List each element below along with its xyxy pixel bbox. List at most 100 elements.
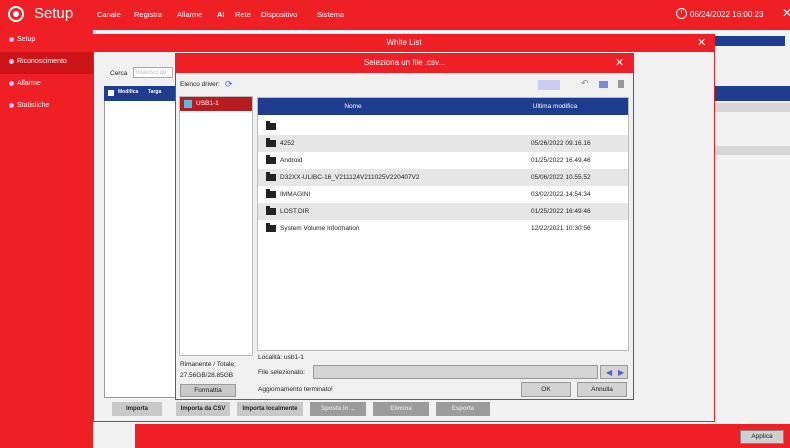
nav-canale[interactable]: Canale [97,10,121,19]
column-header: Modifica [118,89,139,95]
back-icon[interactable]: ↶ [581,78,589,89]
sidebar: Setup Riconoscimento Allarme Statistiche [0,30,93,448]
list-view-icon[interactable] [538,80,560,90]
sidebar-item-allarme[interactable]: Allarme [0,74,93,96]
file-dialog-titlebar: Seleziona un file .csv... ✕ [175,53,634,73]
delete-icon[interactable] [618,80,624,88]
sidebar-item-statistiche[interactable]: Statistiche [0,96,93,118]
close-icon[interactable]: ✕ [615,56,624,69]
delete-button[interactable]: Elimina [373,402,429,416]
sidebar-item-label: Setup [17,36,36,43]
export-button[interactable]: Esporta [436,402,490,416]
sidebar-item-riconoscimento[interactable]: Riconoscimento [0,52,93,74]
right-table-header [712,86,790,101]
column-header-name[interactable]: Nome [258,103,448,110]
file-date: 12/22/2021 10:30:56 [531,225,591,232]
column-header-modified[interactable]: Ultima modifica [510,103,600,110]
file-table-header: Nome Ultima modifica [258,98,628,115]
selected-file-field[interactable] [313,365,598,379]
nav-sistema[interactable]: Sistema [317,10,344,19]
refresh-icon[interactable]: ⟳ [225,79,233,90]
bullet-icon [9,37,14,42]
right-table-row [712,146,790,155]
file-date: 01/25/2022 16.49.46 [531,157,591,164]
select-all-checkbox[interactable] [108,90,114,96]
folder-icon [266,206,276,215]
nav-rete[interactable]: Rete [235,10,251,19]
file-date: 01/25/2022 16:49:46 [531,208,591,215]
arrow-left-icon[interactable]: ◀ [606,368,612,377]
folder-icon [266,189,276,198]
table-row[interactable] [258,118,628,135]
column-header: Targa [148,89,162,95]
file-name: D32XX-ULIBC-16_V211124V211025V220407V2 [280,174,420,181]
sidebar-item-label: Statistiche [17,102,50,109]
driver-item-usb[interactable]: USB1-1 [180,97,252,111]
driver-label: USB1-1 [196,100,219,107]
white-list-titlebar: White List ✕ [93,34,715,52]
move-to-button[interactable]: Sposta in ... [310,402,366,416]
ok-button[interactable]: OK [521,382,571,397]
nav-dispositivo[interactable]: Dispositivo [261,10,297,19]
file-date: 05/26/2022 09.16.16 [531,140,591,147]
right-table-row [712,103,790,112]
nav-registra[interactable]: Registra [134,10,162,19]
sidebar-item-label: Riconoscimento [17,58,67,65]
dialog-title: White List [386,38,422,47]
table-row[interactable]: Android 01/25/2022 16.49.46 [258,152,628,169]
driver-list-label: Elenco driver: [180,81,220,88]
driver-list [179,96,253,356]
file-date: 05/06/2022 10.55.52 [531,174,591,181]
status-text: Aggiornamento terminato! [258,386,333,393]
folder-icon [266,223,276,232]
clock-icon [676,8,687,19]
file-date: 03/02/2022 14:54:34 [531,191,591,198]
table-row[interactable]: LOST.DIR 01/25/2022 16:49:46 [258,203,628,220]
bullet-icon [9,103,14,108]
import-csv-button[interactable]: Importa da CSV [176,402,230,416]
folder-icon [266,121,276,130]
nav-allarme[interactable]: Allarme [177,10,202,19]
location-label: Località: usb1-1 [258,354,304,361]
app-title: Setup [34,5,74,22]
cancel-button[interactable]: Annulla [577,382,627,397]
gear-icon [8,6,24,22]
file-name: System Volume Information [280,225,360,232]
selected-file-label: File selezionato: [258,369,305,376]
arrow-right-icon[interactable]: ▶ [618,368,624,377]
datetime: 06/24/2022 16:00:23 [690,10,764,19]
nav-ai[interactable]: AI [217,10,225,19]
format-button[interactable]: Formattia [180,384,236,397]
table-row[interactable]: IMMAGINI 03/02/2022 14:54:34 [258,186,628,203]
table-row[interactable]: 4252 05/26/2022 09.16.16 [258,135,628,152]
file-name: LOST.DIR [280,208,310,215]
apply-button[interactable]: Applica [740,430,784,444]
file-name: IMMAGINI [280,191,311,198]
table-row[interactable]: D32XX-ULIBC-16_V211124V211025V220407V2 0… [258,169,628,186]
space-label: Rimanente / Totale: [180,361,236,368]
new-folder-icon[interactable] [599,81,608,88]
sidebar-item-setup[interactable]: Setup [0,30,93,52]
plate-table [104,86,179,398]
bottom-bar [135,424,790,448]
import-local-button[interactable]: Importa localmente [237,402,303,416]
bullet-icon [9,81,14,86]
close-icon[interactable]: ✕ [697,36,706,49]
file-field-scroll: ◀ ▶ [600,365,628,379]
table-row[interactable]: System Volume Information 12/22/2021 10:… [258,220,628,237]
folder-icon [266,155,276,164]
space-value: 27.56GB/28.85GB [180,372,234,379]
search-input[interactable]: Inserisci qu [133,67,173,78]
file-name: Android [280,157,303,164]
plate-table-header [104,86,177,101]
usb-drive-icon [184,100,192,108]
sidebar-item-label: Allarme [17,80,41,87]
close-icon[interactable]: ✕ [782,6,790,20]
folder-icon [266,172,276,181]
dialog-title: Seleziona un file .csv... [363,58,446,67]
import-button[interactable]: Importa [112,402,162,416]
folder-icon [266,138,276,147]
file-name: 4252 [280,140,295,147]
tab-search[interactable]: Cerca [110,70,127,77]
top-bar: Setup Canale Registra Allarme AI Rete Di… [0,0,790,30]
